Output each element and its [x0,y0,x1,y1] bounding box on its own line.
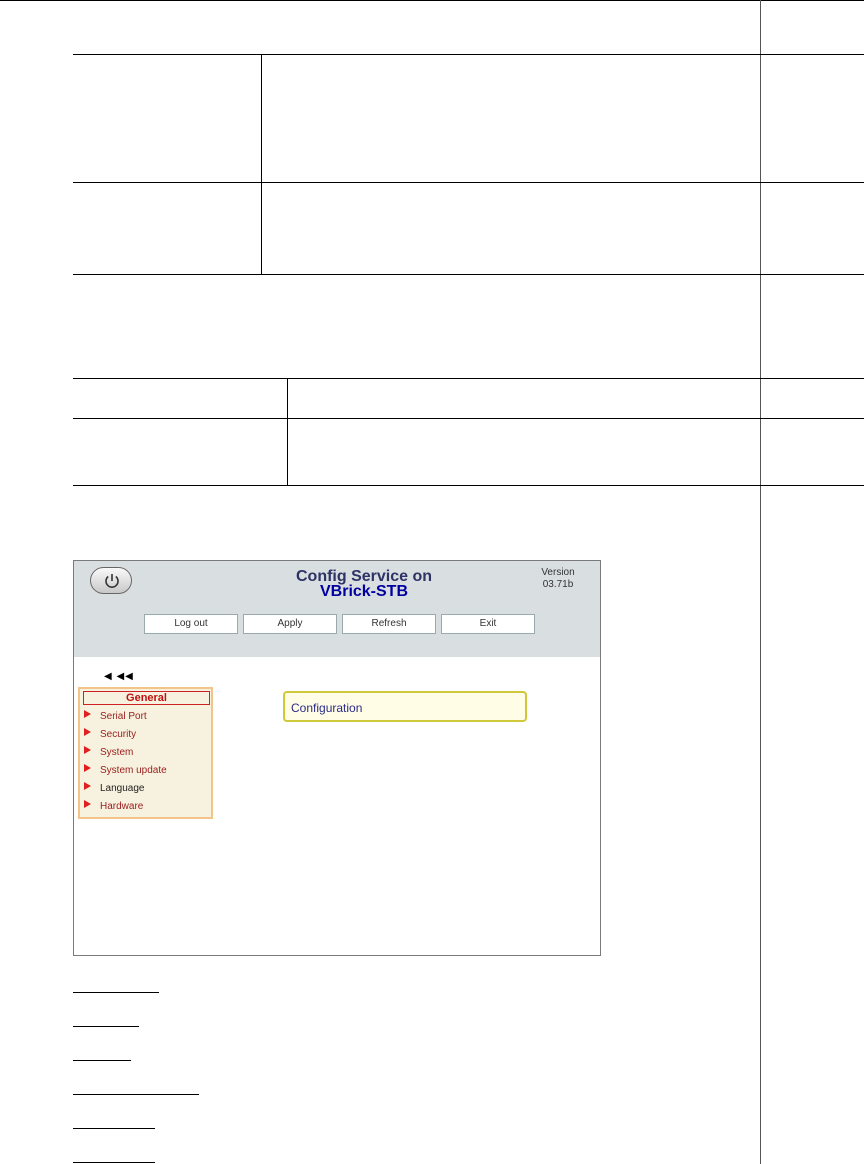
red-triangle-icon [84,764,91,772]
app-title: Config Service on VBrick-STB [214,568,514,600]
version-info: Version 03.71b [530,567,586,591]
power-icon [105,574,119,588]
apply-button[interactable]: Apply [243,614,337,634]
app-header: Config Service on VBrick-STB Version 03.… [74,561,600,657]
table-row [73,419,864,485]
refresh-button[interactable]: Refresh [342,614,436,634]
link-underline[interactable] [73,992,159,993]
red-triangle-icon [84,800,91,808]
nav-item-label: System [100,747,134,758]
page-top-rule [0,0,864,1]
collapse-arrows-icon[interactable]: ◀ ◀◀ [104,671,134,682]
nav-item-system[interactable]: System [84,746,133,760]
nav-item-system-update[interactable]: System update [84,764,167,778]
red-triangle-icon [84,728,91,736]
table-row [73,379,864,419]
version-label: Version [541,567,575,578]
version-value: 03.71b [542,579,574,590]
nav-menu: General Serial Port Security System Syst… [78,687,213,819]
red-triangle-icon [84,746,91,754]
power-button[interactable] [90,567,132,594]
red-triangle-icon [84,782,91,790]
nav-item-serial-port[interactable]: Serial Port [84,710,147,724]
config-service-screenshot: Config Service on VBrick-STB Version 03.… [73,560,601,956]
nav-header-general[interactable]: General [83,691,210,705]
nav-item-label: Serial Port [100,711,147,722]
configuration-panel: Configuration [283,691,527,722]
doc-table-1 [73,54,864,275]
app-title-line1: Config Service on [295,568,433,585]
link-underline[interactable] [73,1060,131,1061]
nav-item-language[interactable]: Language [84,782,145,796]
nav-item-label: System update [100,765,167,776]
link-underline[interactable] [73,1026,139,1027]
nav-item-security[interactable]: Security [84,728,136,742]
table-row [73,55,864,183]
table-row [73,183,864,274]
app-title-line2: VBrick-STB [319,583,409,600]
nav-item-label: Security [100,729,137,740]
link-underline[interactable] [73,1162,155,1163]
nav-item-label: Hardware [100,801,144,812]
red-triangle-icon [84,710,91,718]
configuration-heading: Configuration [291,701,363,715]
exit-button[interactable]: Exit [441,614,535,634]
link-underline[interactable] [73,1128,155,1129]
nav-item-hardware[interactable]: Hardware [84,800,143,814]
link-underline[interactable] [73,1094,199,1095]
logout-button[interactable]: Log out [144,614,238,634]
doc-table-2 [73,378,864,486]
nav-item-label: Language [100,783,145,794]
